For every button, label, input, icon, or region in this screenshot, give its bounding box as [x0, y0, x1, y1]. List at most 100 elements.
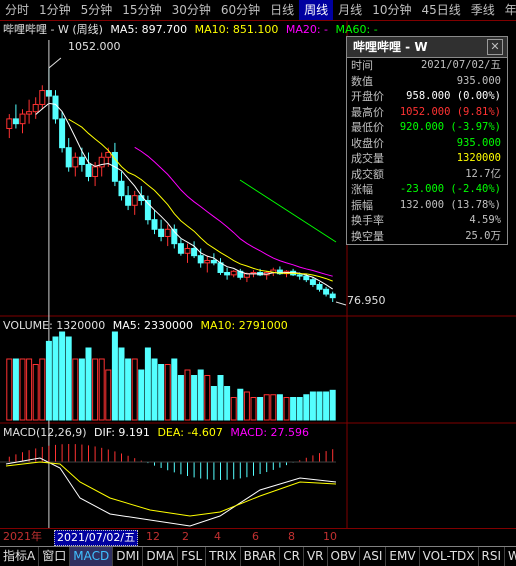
info-row: 成交量 1320000: [347, 151, 507, 167]
tab-4[interactable]: 30分钟: [167, 0, 216, 20]
tab-11[interactable]: 季线: [466, 0, 500, 20]
indicator-tab-3[interactable]: DMI: [113, 547, 144, 566]
candle-body: [12, 118, 19, 125]
tab-7[interactable]: 周线: [299, 0, 334, 20]
volume-bar: [263, 394, 270, 421]
info-value: 1320000: [456, 152, 501, 164]
tab-12[interactable]: 年: [500, 0, 516, 20]
volume-bar: [204, 375, 211, 421]
volume-bar: [237, 388, 244, 421]
candle-body: [309, 279, 316, 285]
volume-ma10: MA10: 2791000: [200, 319, 288, 332]
x-label-6: 6: [252, 530, 259, 543]
info-panel[interactable]: 哔哩哔哩 - W ✕ 时间 2021/07/02/五 数值 935.000 开盘价 958…: [346, 36, 508, 245]
volume-bar: [296, 397, 303, 421]
indicator-tab-12[interactable]: EMV: [386, 547, 420, 566]
ma60-line: [239, 179, 337, 243]
x-axis: 2021年 2021/07/02/五 12 2 4 6 8 10: [0, 528, 516, 546]
indicator-tab-14[interactable]: RSI: [479, 547, 506, 566]
indicator-tab-10[interactable]: OBV: [328, 547, 361, 566]
ma20-line: [134, 146, 333, 277]
info-row: 成交额 12.7亿: [347, 167, 507, 183]
info-row: 最高价 1052.000 (9.81%): [347, 105, 507, 121]
tab-8[interactable]: 月线: [333, 0, 367, 20]
volume-bar: [45, 340, 52, 421]
volume-bar: [316, 391, 323, 421]
volume-bar: [39, 358, 46, 421]
volume-bar: [283, 397, 290, 421]
tab-3[interactable]: 15分钟: [117, 0, 166, 20]
volume-legend: VOLUME: 1320000 MA5: 2330000 MA10: 27910…: [3, 319, 288, 333]
period-tabs: 分时 1分钟 5分钟 15分钟 30分钟 60分钟 日线 周线 月线 10分钟 45日线 季线年: [0, 0, 516, 21]
info-value: 132.000 (13.78%): [399, 198, 501, 211]
macd-legend: MACD(12,26,9) DIF: 9.191 DEA: -4.607 MAC…: [3, 426, 309, 440]
info-label: 数值: [351, 74, 373, 88]
indicator-tab-13[interactable]: VOL-TDX: [420, 547, 479, 566]
volume-bar: [191, 375, 198, 421]
indicator-tab-4[interactable]: DMA: [143, 547, 179, 566]
candle-body: [59, 118, 66, 149]
volume-bar: [32, 364, 39, 421]
tab-5[interactable]: 60分钟: [216, 0, 265, 20]
volume-bar: [118, 347, 125, 421]
indicator-tab-2[interactable]: MACD: [70, 547, 114, 566]
indicator-tab-7[interactable]: BRAR: [241, 547, 281, 566]
volume-bar: [224, 386, 231, 421]
candle-body: [78, 156, 85, 165]
macd-value: MACD: 27.596: [230, 426, 310, 439]
candle-body: [191, 247, 198, 257]
close-icon[interactable]: ✕: [487, 39, 503, 55]
volume-bar: [158, 364, 165, 421]
x-label-10: 10: [323, 530, 337, 543]
tab-9[interactable]: 10分钟: [367, 0, 416, 20]
x-label-8: 8: [288, 530, 295, 543]
ma20-value: MA20: -: [285, 23, 329, 36]
ma5-line: [35, 102, 333, 290]
info-row: 数值 935.000: [347, 74, 507, 90]
tab-6[interactable]: 日线: [265, 0, 299, 20]
candle-body: [39, 90, 46, 105]
candle-body: [197, 255, 204, 264]
volume-bar: [270, 394, 277, 421]
info-value: 935.000: [456, 136, 501, 149]
low-annotation: 76.950: [347, 294, 386, 307]
volume-bar: [98, 358, 105, 421]
volume-bar: [197, 369, 204, 421]
info-row: 时间 2021/07/02/五: [347, 58, 507, 74]
info-label: 涨幅: [351, 183, 373, 196]
indicator-tab-6[interactable]: TRIX: [206, 547, 241, 566]
tab-0[interactable]: 分时: [0, 0, 34, 20]
info-value: 920.000 (-3.97%): [399, 121, 501, 133]
tab-1[interactable]: 1分钟: [34, 0, 76, 20]
tab-2[interactable]: 5分钟: [76, 0, 118, 20]
candle-body: [329, 293, 336, 299]
candle-body: [151, 219, 158, 230]
indicator-tab-8[interactable]: CR: [280, 547, 304, 566]
indicator-tab-11[interactable]: ASI: [360, 547, 387, 566]
candle-body: [210, 259, 217, 264]
candle-body: [323, 288, 330, 295]
info-row: 振幅 132.000 (13.78%): [347, 198, 507, 214]
info-label: 成交额: [351, 167, 384, 181]
volume-bar: [303, 394, 310, 421]
candle-body: [125, 195, 132, 206]
candle-body: [230, 270, 237, 276]
volume-bar: [230, 397, 237, 421]
indicator-tab-15[interactable]: W: [505, 547, 516, 566]
info-rows: 时间 2021/07/02/五 数值 935.000 开盘价 958.000 (0.00%…: [347, 58, 507, 244]
volume-bar: [217, 375, 224, 421]
info-label: 最低价: [351, 121, 384, 134]
stock-name: 哔哩哔哩 - W (周线): [3, 23, 103, 36]
indicator-tab-5[interactable]: FSL: [178, 547, 207, 566]
indicator-tab-0[interactable]: 指标A: [0, 547, 40, 566]
volume-bar: [144, 347, 151, 421]
volume-bar: [276, 394, 283, 421]
indicator-tab-1[interactable]: 窗口: [39, 547, 71, 566]
candle-body: [26, 111, 33, 115]
x-label-12: 12: [146, 530, 160, 543]
volume-bar: [26, 358, 33, 421]
tab-10[interactable]: 45日线: [416, 0, 465, 20]
volume-bar: [6, 358, 13, 421]
dea-value: DEA: -4.607: [157, 426, 223, 439]
indicator-tab-9[interactable]: VR: [304, 547, 328, 566]
